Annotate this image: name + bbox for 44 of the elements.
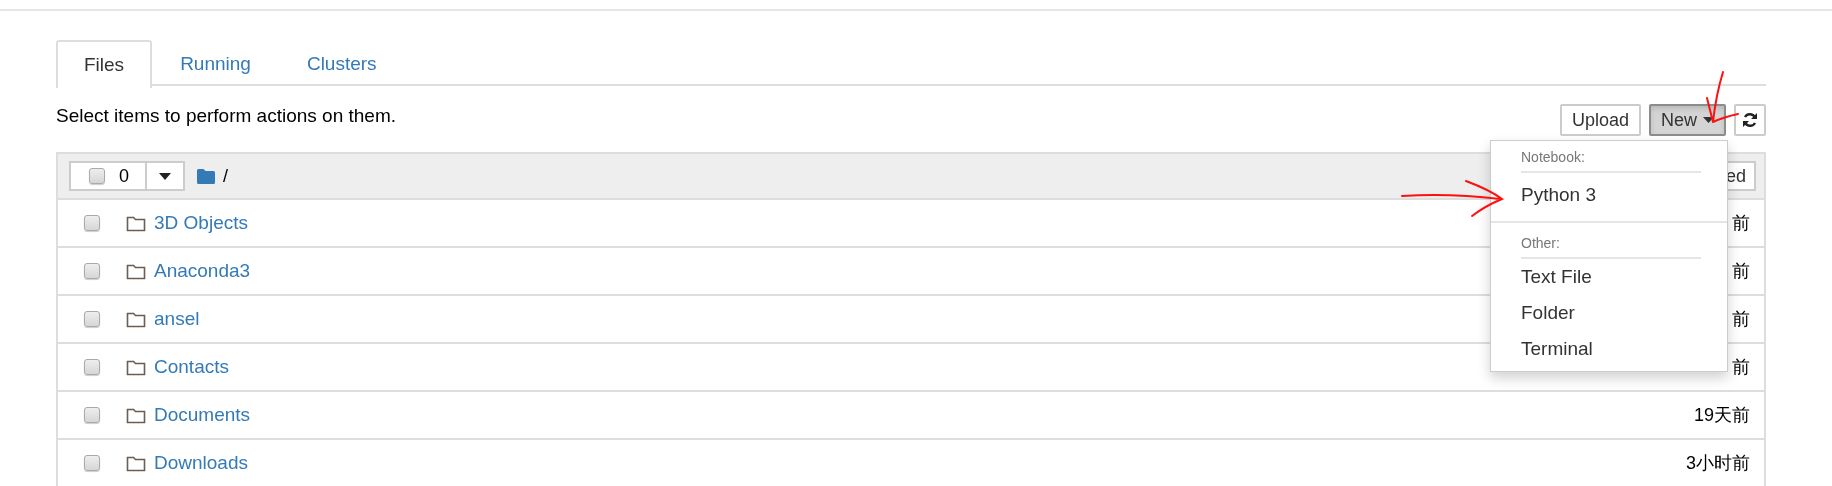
tab[interactable]: Clusters [278, 40, 405, 86]
folder-link[interactable]: Anaconda3 [154, 256, 251, 286]
folder-icon [126, 358, 146, 376]
folder-link[interactable]: Documents [154, 400, 251, 430]
modified-time: 前 [1732, 355, 1750, 379]
menu-heading: Other: [1521, 233, 1701, 259]
menu-item[interactable]: Terminal [1491, 331, 1727, 367]
refresh-icon [1742, 112, 1758, 128]
modified-time: 前 [1732, 211, 1750, 235]
tab[interactable]: Files [56, 40, 153, 88]
modified-time: 前 [1732, 259, 1750, 283]
checkbox[interactable] [84, 263, 100, 279]
upload-button[interactable]: Upload [1559, 104, 1641, 136]
folder-icon [126, 406, 146, 424]
caret-icon [1703, 117, 1714, 123]
checkbox[interactable] [84, 215, 100, 231]
menu-item[interactable]: Folder [1491, 295, 1727, 331]
menu-heading: Notebook: [1521, 147, 1701, 173]
folder-link[interactable]: Downloads [154, 448, 248, 478]
checkbox[interactable] [84, 359, 100, 375]
instruction-text: Select items to perform actions on them. [56, 103, 397, 128]
menu-item[interactable]: Text File [1491, 259, 1727, 295]
folder-icon [126, 262, 146, 280]
checkbox[interactable] [84, 311, 100, 327]
modified-time: 前 [1732, 307, 1750, 331]
refresh-button[interactable] [1734, 104, 1766, 136]
selected-count: 0 [119, 164, 129, 188]
folder-link[interactable]: 3D Objects [154, 208, 248, 238]
breadcrumb-link[interactable]: / [223, 162, 229, 190]
modified-time: 3小时前 [1686, 451, 1750, 475]
checkbox[interactable] [84, 407, 100, 423]
tab[interactable]: Running [152, 40, 279, 86]
checkbox[interactable] [89, 168, 105, 184]
new-button[interactable]: New [1649, 104, 1726, 136]
checkbox[interactable] [84, 455, 100, 471]
modified-time: 19天前 [1693, 403, 1750, 427]
folder-icon [126, 214, 146, 232]
caret-icon [159, 172, 171, 180]
folder-icon [197, 168, 215, 184]
folder-link[interactable]: ansel [154, 304, 200, 334]
folder-icon [126, 310, 146, 328]
folder-icon [126, 454, 146, 472]
arrow-drawing [1706, 71, 1739, 123]
folder-link[interactable]: Contacts [154, 352, 229, 382]
